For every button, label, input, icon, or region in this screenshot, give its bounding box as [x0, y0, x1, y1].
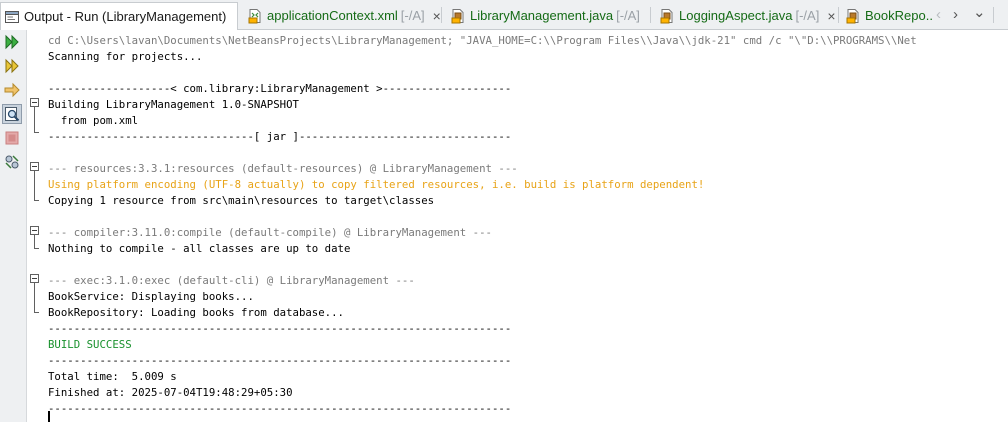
tab-application-context-xml[interactable]: applicationContext.xml [-/A] ×	[244, 2, 440, 29]
java-file-icon	[660, 8, 673, 23]
fold-guide	[34, 283, 35, 312]
output-line: cd C:\Users\lavan\Documents\NetBeansProj…	[48, 34, 917, 47]
fold-toggle-icon[interactable]	[30, 162, 39, 171]
output-line: Nothing to compile - all classes are up …	[48, 242, 351, 255]
output-toolbar	[0, 30, 27, 422]
output-line: BookRepository: Loading books from datab…	[48, 306, 344, 319]
output-line: Total time: 5.009 s	[48, 370, 177, 383]
fold-guide	[34, 235, 35, 248]
scroll-tabs-right-icon[interactable]: ›	[953, 6, 958, 23]
output-window-icon	[5, 10, 19, 23]
fold-guide	[34, 248, 39, 249]
tab-logging-aspect-java[interactable]: LoggingAspect.java [-/A] ×	[656, 2, 836, 29]
find-in-output-button[interactable]	[2, 104, 22, 124]
fold-gutter	[27, 30, 43, 422]
output-line: --- compiler:3.11.0:compile (default-com…	[48, 226, 492, 239]
fold-guide	[34, 107, 35, 132]
scroll-tabs-left-icon[interactable]: ‹	[936, 6, 941, 23]
stop-button[interactable]	[2, 128, 22, 148]
tab-separator	[650, 7, 651, 23]
tab-output-run[interactable]: Output - Run (LibraryManagement) ×	[0, 2, 238, 30]
close-tab-icon[interactable]: ×	[236, 9, 237, 25]
output-line: Building LibraryManagement 1.0-SNAPSHOT	[48, 98, 299, 111]
tab-status-suffix: [-/A]	[616, 8, 640, 23]
output-line: -------------------< com.library:Library…	[48, 82, 512, 95]
fold-toggle-icon[interactable]	[30, 98, 39, 107]
output-line: Copying 1 resource from src\main\resourc…	[48, 194, 435, 207]
output-line: --- exec:3.1.0:exec (default-cli) @ Libr…	[48, 274, 415, 287]
rerun-icon	[5, 34, 19, 50]
output-line: Finished at: 2025-07-04T19:48:29+05:30	[48, 386, 293, 399]
fold-guide	[34, 312, 39, 313]
editor-tab-bar: Output - Run (LibraryManagement) × appli…	[0, 0, 1008, 30]
rerun-with-options-icon	[5, 58, 19, 74]
tab-label: Output - Run (LibraryManagement)	[24, 9, 227, 24]
output-line: ----------------------------------------…	[48, 402, 512, 415]
tab-label: BookRepo...	[865, 8, 932, 23]
fold-guide	[34, 171, 35, 200]
apply-code-changes-icon	[4, 82, 20, 98]
fold-guide	[34, 132, 39, 133]
tab-status-suffix: [-/A]	[795, 8, 820, 23]
fold-toggle-icon[interactable]	[30, 226, 39, 235]
tab-status-suffix: [-/A]	[400, 8, 425, 23]
output-settings-button[interactable]	[2, 152, 22, 172]
stop-icon	[5, 131, 19, 145]
tab-label: LibraryManagement.java	[470, 8, 614, 23]
java-file-icon	[451, 8, 464, 23]
tab-library-management-java[interactable]: LibraryManagement.java [-/A] ×	[447, 2, 643, 29]
output-line: Using platform encoding (UTF-8 actually)…	[48, 178, 705, 191]
find-output-icon	[5, 107, 20, 122]
rerun-button[interactable]	[2, 32, 22, 52]
tab-separator	[993, 7, 994, 23]
output-line: BookService: Displaying books...	[48, 290, 254, 303]
output-line: Scanning for projects...	[48, 50, 203, 63]
output-line: --- resources:3.3.1:resources (default-r…	[48, 162, 518, 175]
output-line: from pom.xml	[48, 114, 139, 127]
tab-book-repository-java[interactable]: BookRepo...	[842, 2, 932, 29]
output-line: BUILD SUCCESS	[48, 338, 132, 351]
tab-separator	[838, 7, 839, 23]
output-line: ----------------------------------------…	[48, 354, 512, 367]
tab-label: LoggingAspect.java	[679, 8, 793, 23]
output-settings-icon	[5, 155, 19, 169]
close-tab-icon[interactable]: ×	[827, 8, 835, 24]
java-file-icon	[846, 8, 859, 23]
show-opened-documents-icon[interactable]: ⌄	[973, 3, 986, 21]
xml-file-icon	[248, 8, 261, 23]
output-console[interactable]: cd C:\Users\lavan\Documents\NetBeansProj…	[48, 33, 917, 417]
output-line: --------------------------------[ jar ]-…	[48, 130, 512, 143]
tab-label: applicationContext.xml	[267, 8, 398, 23]
tab-separator	[441, 7, 442, 23]
fold-toggle-icon[interactable]	[30, 274, 39, 283]
apply-code-changes-button[interactable]	[2, 80, 22, 100]
text-cursor	[48, 411, 50, 422]
rerun-with-options-button[interactable]	[2, 56, 22, 76]
output-line: ----------------------------------------…	[48, 322, 512, 335]
fold-guide	[34, 200, 39, 201]
close-tab-icon[interactable]: ×	[433, 8, 440, 24]
